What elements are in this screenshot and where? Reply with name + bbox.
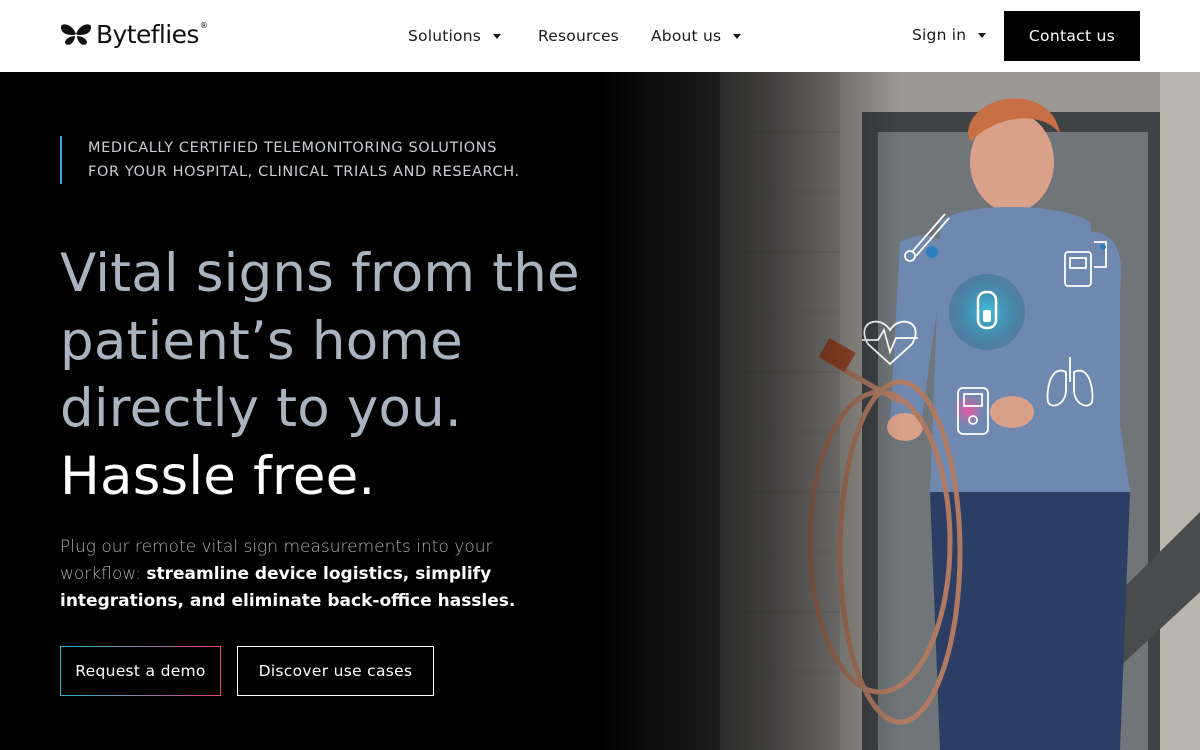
caret-down-icon: [978, 32, 987, 38]
nav-item-label: About us: [651, 27, 722, 45]
contact-us-button[interactable]: Contact us: [1004, 11, 1140, 61]
caret-down-icon: [733, 33, 742, 39]
discover-use-cases-button[interactable]: Discover use cases: [237, 646, 434, 696]
hero-lede: Plug our remote vital sign measurements …: [60, 534, 530, 615]
nav-item-label: Resources: [538, 27, 619, 45]
caret-down-icon: [493, 33, 502, 39]
nav-item-solutions[interactable]: Solutions: [408, 27, 502, 45]
registered-mark: ®: [199, 20, 208, 30]
brand-name: Byteflies: [96, 19, 199, 49]
headline-lead: Vital signs from the patient’s home dire…: [60, 243, 580, 439]
butterfly-icon: [60, 24, 92, 45]
hero-section: MEDICALLY CERTIFIED TELEMONITORING SOLUT…: [0, 72, 1200, 750]
brand-logo[interactable]: Byteflies ®: [60, 20, 208, 50]
nav-item-label: Solutions: [408, 27, 482, 45]
hero-headline: Vital signs from the patient’s home dire…: [60, 240, 600, 510]
sign-in-label: Sign in: [912, 26, 967, 44]
hero-eyebrow: MEDICALLY CERTIFIED TELEMONITORING SOLUT…: [60, 136, 530, 184]
nav-item-resources[interactable]: Resources: [538, 27, 619, 45]
site-header: Byteflies ® Solutions Resources About us…: [0, 0, 1200, 72]
headline-emphasis: Hassle free.: [60, 445, 376, 507]
nav-item-about-us[interactable]: About us: [651, 27, 742, 45]
sign-in-menu[interactable]: Sign in: [912, 26, 987, 44]
request-demo-button[interactable]: Request a demo: [60, 646, 221, 696]
hero-photo: [600, 72, 1200, 750]
